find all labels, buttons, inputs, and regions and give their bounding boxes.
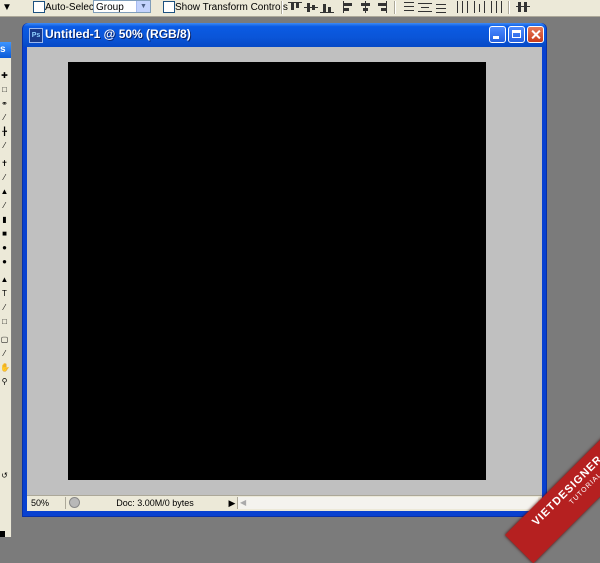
document-size-info: Doc: 3.00M/0 bytes — [116, 498, 194, 508]
move-icon[interactable]: ✚ — [0, 72, 9, 80]
document-title: Untitled-1 @ 50% (RGB/8) — [45, 27, 191, 41]
align-top-icon[interactable] — [288, 1, 302, 13]
group-dropdown-value: Group — [96, 2, 124, 13]
auto-select-group-dropdown[interactable]: Group ▼ — [93, 0, 151, 13]
scroll-left-arrow-icon[interactable]: ◀ — [240, 497, 246, 509]
status-info-icon[interactable] — [69, 497, 80, 508]
photoshop-document-icon[interactable]: Ps — [29, 28, 43, 43]
document-status-bar: 50% Doc: 3.00M/0 bytes ▶ ◀ — [27, 495, 542, 511]
minimize-icon — [493, 36, 499, 39]
distribute-top-icon[interactable] — [402, 1, 416, 13]
magic-wand-icon[interactable]: ⁄ — [0, 114, 9, 122]
eraser-icon[interactable]: ▮ — [0, 216, 9, 224]
shape-icon[interactable]: □ — [0, 318, 9, 326]
swap-colors-icon[interactable]: ↺ — [0, 472, 9, 480]
close-button[interactable] — [527, 26, 544, 43]
pen-icon[interactable]: ⁄ — [0, 304, 9, 312]
slice-icon[interactable]: ⁄ — [0, 142, 9, 150]
toolbox-title-bar[interactable]: s — [0, 42, 11, 58]
notes-icon[interactable]: ▢ — [0, 336, 9, 344]
canvas-pasteboard[interactable] — [27, 47, 542, 495]
show-transform-checkbox[interactable] — [163, 1, 175, 13]
auto-select-checkbox[interactable] — [33, 1, 45, 13]
distribute-bottom-icon[interactable] — [434, 1, 448, 13]
path-select-icon[interactable]: ▲ — [0, 276, 9, 284]
toolbox-panel: ✚ □ ⚭ ⁄ ╊ ⁄ ✝ ⁄ ▲ ⁄ ▮ ■ ● ● ▲ T ⁄ □ ▢ ⁄ … — [0, 42, 12, 537]
toolbox-title: s — [0, 44, 6, 55]
foreground-color-swatch[interactable] — [0, 531, 5, 537]
crop-icon[interactable]: ╊ — [0, 128, 9, 136]
type-icon[interactable]: T — [0, 290, 9, 298]
minimize-button[interactable] — [489, 26, 506, 43]
gradient-icon[interactable]: ■ — [0, 230, 9, 238]
align-bottom-icon[interactable] — [320, 1, 334, 13]
auto-select-label: Auto-Select: — [45, 2, 100, 13]
toolbar-divider — [394, 1, 396, 14]
distribute-horizontal-center-icon[interactable] — [472, 1, 486, 13]
status-menu-arrow-icon[interactable]: ▶ — [227, 497, 237, 509]
maximize-button[interactable] — [508, 26, 525, 43]
stamp-icon[interactable]: ▲ — [0, 188, 9, 196]
dodge-icon[interactable]: ● — [0, 258, 9, 266]
zoom-icon[interactable]: ⚲ — [0, 378, 9, 386]
chevron-down-icon[interactable]: ▼ — [136, 1, 150, 12]
history-brush-icon[interactable]: ⁄ — [0, 202, 9, 210]
horizontal-scrollbar[interactable]: ◀ — [237, 497, 538, 509]
show-transform-label: Show Transform Controls — [175, 2, 288, 13]
lasso-icon[interactable]: ⚭ — [0, 100, 9, 108]
options-bar: ▼ Auto-Select: Group ▼ Show Transform Co… — [0, 0, 600, 17]
maximize-icon — [512, 30, 521, 38]
healing-icon[interactable]: ✝ — [0, 160, 9, 168]
align-left-icon[interactable] — [342, 1, 356, 13]
tool-preset-dropdown-icon[interactable]: ▼ — [2, 1, 12, 14]
eyedropper-icon[interactable]: ⁄ — [0, 350, 9, 358]
hand-icon[interactable]: ✋ — [0, 364, 10, 372]
document-title-bar[interactable]: Ps Untitled-1 @ 50% (RGB/8) — [23, 23, 546, 47]
blur-icon[interactable]: ● — [0, 244, 9, 252]
toolbar-divider — [508, 1, 510, 14]
document-window: Ps Untitled-1 @ 50% (RGB/8) 50% Doc: 3.0… — [22, 23, 547, 517]
brush-icon[interactable]: ⁄ — [0, 174, 9, 182]
distribute-right-icon[interactable] — [488, 1, 502, 13]
distribute-left-icon[interactable] — [456, 1, 470, 13]
auto-align-layers-icon[interactable] — [516, 1, 530, 13]
align-vertical-center-icon[interactable] — [304, 1, 318, 13]
zoom-level-field[interactable]: 50% — [31, 497, 66, 509]
toolbar-divider — [281, 1, 283, 14]
align-right-icon[interactable] — [374, 1, 388, 13]
distribute-vertical-center-icon[interactable] — [418, 1, 432, 13]
document-canvas[interactable] — [68, 62, 486, 480]
marquee-icon[interactable]: □ — [0, 86, 9, 94]
align-horizontal-center-icon[interactable] — [358, 1, 372, 13]
